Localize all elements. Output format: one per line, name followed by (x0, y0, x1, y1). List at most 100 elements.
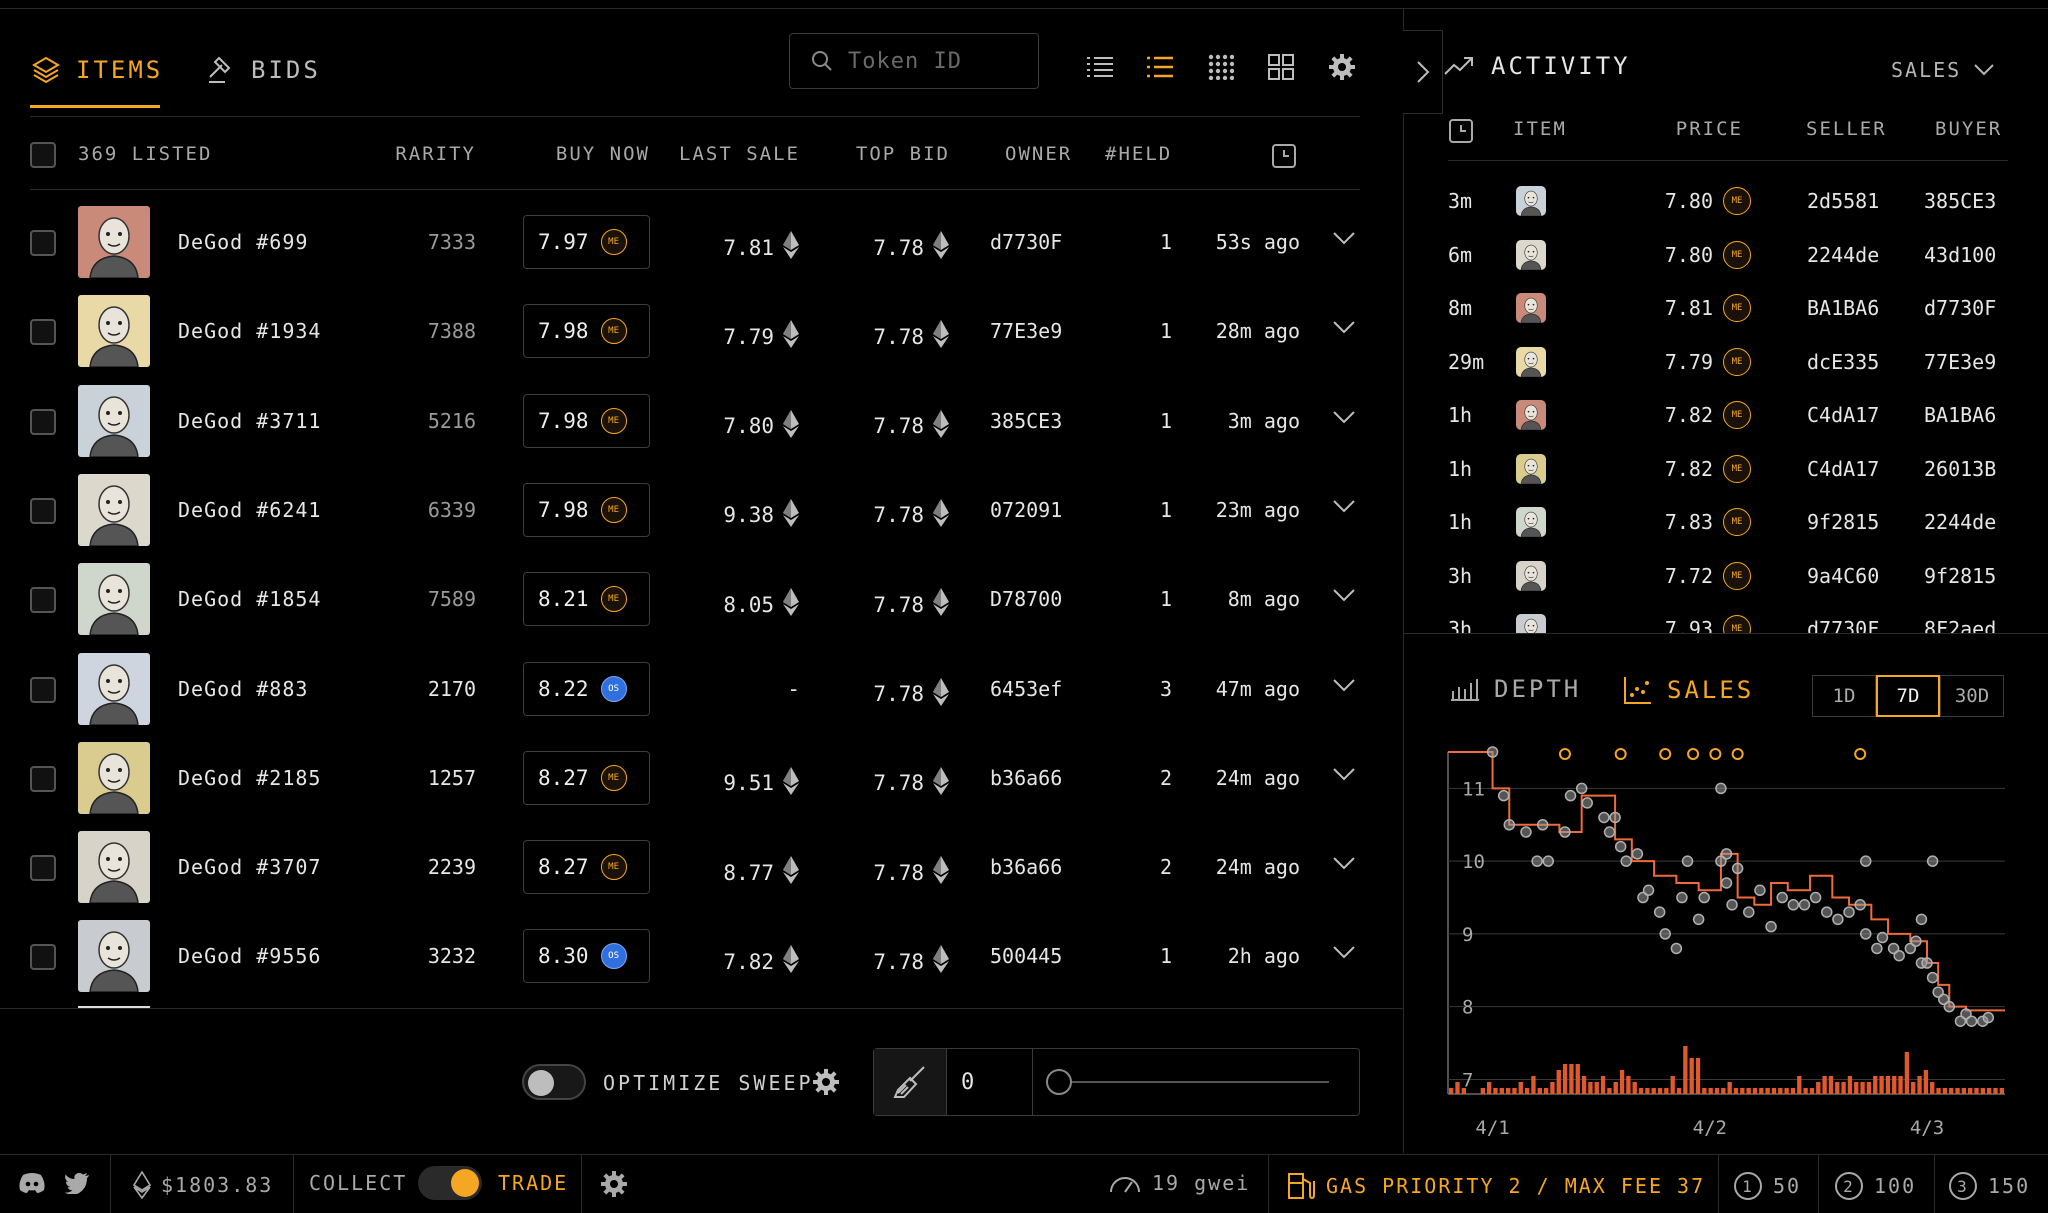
x-tick-label: 4/2 (1693, 1117, 1727, 1139)
volume-bar (1765, 1088, 1770, 1094)
volume-bar (1600, 1076, 1606, 1094)
activity-row[interactable]: 3h 7.72 ME 9a4C60 9f2815 (1448, 549, 2008, 603)
divider (110, 1154, 111, 1213)
sweep-settings-gear-icon[interactable] (812, 1068, 840, 1100)
optimize-sweep-toggle[interactable] (522, 1064, 586, 1100)
activity-item-thumbnail[interactable] (1516, 560, 1546, 591)
chevron-down-icon[interactable] (1332, 677, 1356, 697)
sale-point (1926, 855, 1939, 867)
table-row[interactable]: DeGod #2185 1257 8.27 ME 9.51 7.78 b36a66 2 24m … (0, 734, 1403, 823)
collect-trade-toggle[interactable] (418, 1166, 482, 1200)
buy-now-button[interactable]: 8.30 OS (523, 929, 650, 984)
broom-icon[interactable] (874, 1049, 947, 1115)
range-1d[interactable]: 1D (1812, 675, 1876, 717)
sweep-slider-track[interactable] (1059, 1081, 1329, 1083)
activity-seller[interactable]: 9a4C60 (1807, 564, 1879, 588)
activity-seller[interactable]: 2244de (1807, 243, 1879, 267)
owner-address[interactable]: 6453ef (990, 677, 1062, 701)
activity-row[interactable]: 1h 7.82 ME C4dA17 26013B (1448, 442, 2008, 496)
nft-name[interactable]: DeGod #3707 (178, 855, 321, 879)
owner-address[interactable]: 500445 (990, 944, 1062, 968)
outlier-marker (1659, 748, 1672, 760)
activity-buyer[interactable]: BA1BA6 (1924, 403, 1996, 427)
chevron-down-icon[interactable] (1332, 855, 1356, 875)
range-30d[interactable]: 30D (1940, 675, 2004, 717)
tab-sales[interactable]: SALES (1623, 675, 1754, 705)
activity-buyer[interactable]: 2244de (1924, 510, 1996, 534)
activity-row[interactable]: 6m 7.80 ME 2244de 43d100 (1448, 228, 2008, 282)
activity-seller[interactable]: 9f2815 (1807, 510, 1879, 534)
activity-item-thumbnail[interactable] (1516, 346, 1546, 377)
sale-point (1559, 826, 1571, 838)
row-checkbox[interactable] (30, 855, 56, 882)
activity-row[interactable]: 3m 7.80 ME 2d5581 385CE3 (1448, 174, 2008, 228)
priority-2-option[interactable]: 2 100 (1834, 1171, 1916, 1201)
activity-seller[interactable]: 2d5581 (1807, 189, 1879, 213)
activity-item-thumbnail[interactable] (1516, 400, 1546, 430)
activity-row[interactable]: 8m 7.81 ME BA1BA6 d7730F (1448, 281, 2008, 335)
buy-now-button[interactable]: 8.27 ME (523, 840, 650, 895)
magic-eden-icon: ME (1723, 240, 1751, 269)
buy-now-button[interactable]: 8.22 OS (523, 661, 650, 716)
last-sale: 8.77 (680, 855, 800, 890)
nft-name[interactable]: DeGod #2185 (178, 766, 321, 790)
activity-item-thumbnail[interactable] (1516, 293, 1546, 323)
priority-1-option[interactable]: 1 50 (1733, 1171, 1801, 1201)
discord-icon[interactable] (18, 1172, 46, 1198)
nft-name[interactable]: DeGod #883 (178, 677, 308, 701)
footer-settings-gear-icon[interactable] (600, 1170, 628, 1202)
gas-priority-button[interactable]: GAS PRIORITY 2 / MAX FEE 37 (1286, 1171, 1705, 1201)
activity-buyer[interactable]: 77E3e9 (1924, 350, 1996, 374)
nft-thumbnail[interactable] (78, 920, 150, 993)
activity-buyer[interactable]: d7730F (1924, 296, 1996, 320)
activity-buyer[interactable]: 43d100 (1924, 243, 1996, 267)
twitter-icon[interactable] (64, 1172, 90, 1198)
activity-buyer[interactable]: 26013B (1924, 457, 1996, 481)
activity-seller[interactable]: d7730F (1807, 617, 1879, 633)
activity-row[interactable]: 1h 7.82 ME C4dA17 BA1BA6 (1448, 388, 2008, 442)
volume-bar (1594, 1082, 1599, 1094)
volume-bar (1822, 1076, 1827, 1094)
activity-seller[interactable]: dcE335 (1807, 350, 1879, 374)
activity-row[interactable]: 29m 7.79 ME dcE335 77E3e9 (1448, 335, 2008, 389)
sweep-count-input[interactable]: 0 (947, 1049, 1033, 1115)
activity-buyer[interactable]: 9f2815 (1924, 564, 1996, 588)
row-checkbox[interactable] (30, 676, 56, 703)
range-7d[interactable]: 7D (1876, 675, 1940, 717)
activity-item-thumbnail[interactable] (1516, 614, 1546, 633)
nft-thumbnail[interactable] (78, 741, 150, 814)
table-row[interactable]: DeGod #883 2170 8.22 OS - 7.78 6453ef 3 47m ago (0, 645, 1403, 734)
nft-thumbnail[interactable] (78, 652, 150, 725)
activity-buyer[interactable]: 385CE3 (1924, 189, 1996, 213)
volume-bar (1803, 1088, 1808, 1094)
activity-seller[interactable]: C4dA17 (1807, 403, 1879, 427)
activity-item-thumbnail[interactable] (1516, 507, 1546, 537)
activity-buyer[interactable]: 8F2aed (1924, 617, 1996, 633)
volume-bar (1835, 1082, 1840, 1094)
activity-seller[interactable]: C4dA17 (1807, 457, 1879, 481)
buy-now-button[interactable]: 8.27 ME (523, 750, 650, 805)
row-checkbox[interactable] (30, 944, 56, 971)
row-checkbox[interactable] (30, 765, 56, 792)
chevron-down-icon[interactable] (1332, 766, 1356, 786)
tab-depth[interactable]: DEPTH (1450, 675, 1581, 703)
activity-row[interactable]: 1h 7.83 ME 9f2815 2244de (1448, 495, 2008, 549)
activity-item-thumbnail[interactable] (1516, 186, 1546, 216)
chevron-down-icon[interactable] (1332, 944, 1356, 964)
table-row[interactable]: DeGod #3707 2239 8.27 ME 8.77 7.78 b36a66 2 24m … (0, 823, 1403, 912)
activity-row[interactable]: 3h 7.93 ME d7730F 8F2aed (1448, 602, 2008, 633)
priority-3-option[interactable]: 3 150 (1948, 1171, 2030, 1201)
activity-item-thumbnail[interactable] (1516, 239, 1546, 270)
nft-name[interactable]: DeGod #9556 (178, 944, 321, 968)
activity-seller[interactable]: BA1BA6 (1807, 296, 1879, 320)
volume-bar (1569, 1064, 1574, 1094)
table-row[interactable]: DeGod #9556 3232 8.30 OS 7.82 7.78 500445 1 2h a… (0, 912, 1403, 1001)
activity-item-thumbnail[interactable] (1516, 453, 1546, 484)
owner-address[interactable]: b36a66 (990, 766, 1062, 790)
nft-thumbnail[interactable] (78, 831, 150, 904)
sale-point (1915, 913, 1928, 926)
sale-point (1809, 891, 1822, 904)
owner-address[interactable]: b36a66 (990, 855, 1062, 879)
sweep-slider-handle[interactable] (1046, 1069, 1072, 1095)
magic-eden-icon: ME (1723, 561, 1751, 590)
